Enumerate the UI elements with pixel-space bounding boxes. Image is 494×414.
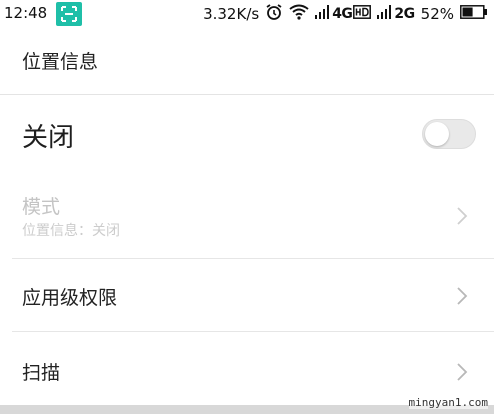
mode-label: 模式 (22, 196, 61, 218)
signal-icon (315, 5, 331, 23)
app-permissions-row[interactable]: 应用级权限 (0, 259, 494, 331)
scan-label: 扫描 (22, 362, 61, 384)
page-title: 位置信息 (22, 51, 99, 73)
network-speed: 3.32K/s (203, 5, 260, 23)
hd-icon (353, 5, 372, 23)
chevron-right-icon (456, 362, 468, 382)
scan-row[interactable]: 扫描 (0, 332, 494, 402)
status-indicators: 3.32K/s 4G 2G 52% (203, 3, 488, 25)
scan-icon (56, 2, 82, 26)
battery-icon (460, 5, 488, 23)
watermark: mingyan1.com (408, 396, 488, 409)
location-toggle-row[interactable]: 关闭 (0, 95, 494, 175)
battery-percent: 52% (420, 5, 454, 23)
mode-subtitle: 位置信息：关闭 (22, 223, 120, 239)
status-time: 12:48 (4, 4, 48, 22)
mode-row[interactable]: 模式 位置信息：关闭 (0, 180, 494, 258)
network-type-2g: 2G (394, 6, 415, 22)
signal-icon-2 (377, 5, 393, 23)
alarm-icon (265, 3, 283, 25)
toggle-knob (425, 122, 449, 146)
status-bar: 12:48 3.32K/s 4G 2G 52% (0, 0, 494, 30)
network-type-4g: 4G (332, 6, 353, 22)
wifi-icon (289, 4, 309, 24)
location-toggle-label: 关闭 (22, 123, 75, 153)
location-toggle-switch[interactable] (422, 119, 476, 149)
app-permissions-label: 应用级权限 (22, 287, 118, 309)
chevron-right-icon (456, 286, 468, 306)
chevron-right-icon (456, 206, 468, 226)
